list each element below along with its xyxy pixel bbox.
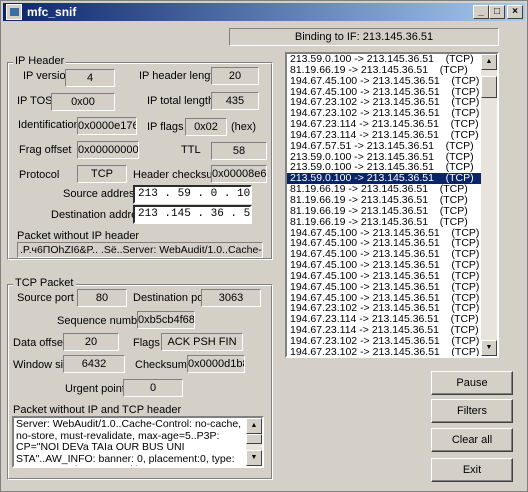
protocol-label: Protocol <box>19 169 60 181</box>
identification-value: 0x0000e176 <box>77 117 137 135</box>
ip-flags-unit: (hex) <box>231 121 257 133</box>
tcp-payload-scrollbar[interactable]: ▲ ▼ <box>246 418 262 466</box>
packet-list-item[interactable]: 81.19.66.19 -> 213.145.36.51 (TCP) <box>287 216 483 228</box>
tcp-payload-textbox[interactable]: Server: WebAudit/1.0..Cache-Control: no-… <box>12 416 264 468</box>
packet-list[interactable]: 213.59.0.100 -> 213.145.36.51 (TCP) 81.19… <box>285 52 499 358</box>
ip-flags-value: 0x02 <box>185 118 227 136</box>
binding-status: Binding to IF: 213.145.36.51 <box>229 28 499 46</box>
packet-list-scroll-thumb[interactable] <box>481 76 497 98</box>
filters-button[interactable]: Filters <box>431 399 513 423</box>
header-checksum-value: 0x00008e6a <box>211 165 267 183</box>
source-address-field[interactable]: 213 . 59 . 0 . 100 <box>133 185 252 204</box>
frag-offset-label: Frag offset <box>19 144 72 156</box>
sequence-number-value: 0xb5cb4f68 <box>137 311 195 329</box>
ip-tos-value: 0x00 <box>51 93 115 111</box>
ip-header-length-value: 20 <box>211 67 259 85</box>
urgent-pointer-value: 0 <box>123 379 183 397</box>
data-offset-value: 20 <box>63 333 119 351</box>
window-title: mfc_snif <box>27 5 77 19</box>
protocol-value: TCP <box>77 165 127 183</box>
app-icon[interactable] <box>6 4 22 20</box>
destination-address-field[interactable]: 213 .145 . 36 . 51 <box>133 205 252 224</box>
tcp-payload-scroll-thumb[interactable] <box>246 434 262 444</box>
ip-version-value: 4 <box>65 69 115 87</box>
ip-header-title: IP Header <box>13 55 67 67</box>
tcp-flags-label: Flags <box>133 337 160 349</box>
ip-flags-label: IP flags <box>147 121 184 133</box>
ttl-label: TTL <box>181 144 201 156</box>
frag-offset-value: 0x00000000 <box>77 141 139 159</box>
scroll-down-icon[interactable]: ▼ <box>481 340 497 356</box>
source-port-value: 80 <box>77 289 127 307</box>
source-address-label: Source address <box>63 188 141 200</box>
scroll-up-icon[interactable]: ▲ <box>246 418 262 434</box>
packet-list-item[interactable]: 194.67.45.100 -> 213.145.36.51 (TCP) <box>287 281 483 293</box>
tcp-payload-label: Packet without IP and TCP header <box>13 404 182 416</box>
main-window: mfc_snif _ □ × Binding to IF: 213.145.36… <box>0 0 528 492</box>
scroll-up-icon[interactable]: ▲ <box>481 54 497 70</box>
packet-list-scrollbar[interactable]: ▲ ▼ <box>481 54 497 356</box>
pause-button[interactable]: Pause <box>431 371 513 395</box>
packet-list-item[interactable]: 194.67.45.100 -> 213.145.36.51 (TCP) <box>287 75 483 87</box>
maximize-button[interactable]: □ <box>489 5 505 19</box>
header-checksum-label: Header checksum <box>133 169 222 181</box>
tcp-checksum-label: Checksum <box>135 359 187 371</box>
close-button[interactable]: × <box>507 5 523 19</box>
ip-header-length-label: IP header length <box>139 70 220 82</box>
sequence-number-label: Sequence number <box>57 315 147 327</box>
title-bar[interactable]: mfc_snif _ □ × <box>3 3 525 21</box>
source-port-label: Source port <box>17 292 74 304</box>
ttl-value: 58 <box>211 142 267 160</box>
tcp-checksum-value: 0x0000d1b8 <box>187 355 245 373</box>
identification-label: Identification <box>18 119 80 131</box>
exit-button[interactable]: Exit <box>431 458 513 482</box>
packet-list-item[interactable]: 194.67.23.102 -> 213.145.36.51 (TCP) <box>287 346 483 356</box>
ip-payload-value: .P.ч6ПОhZI6&P.. .Së..Server: WebAudit/1.… <box>17 242 263 258</box>
scroll-down-icon[interactable]: ▼ <box>246 450 262 466</box>
data-offset-label: Data offset <box>13 337 66 349</box>
window-size-value: 6432 <box>63 355 125 373</box>
tcp-payload-text: Server: WebAudit/1.0..Cache-Control: no-… <box>16 418 242 466</box>
ip-tos-label: IP TOS <box>17 95 53 107</box>
minimize-button[interactable]: _ <box>473 5 489 19</box>
ip-payload-label: Packet without IP header <box>17 230 140 242</box>
packet-list-items: 213.59.0.100 -> 213.145.36.51 (TCP) 81.19… <box>287 54 483 356</box>
destination-port-value: 3063 <box>201 289 261 307</box>
ip-total-length-value: 435 <box>211 92 259 110</box>
clear-all-button[interactable]: Clear all <box>431 428 513 452</box>
tcp-packet-title: TCP Packet <box>13 277 76 289</box>
tcp-flags-value: ACK PSH FIN <box>161 333 243 351</box>
packet-list-item[interactable]: 194.67.57.51 -> 213.145.36.51 (TCP) <box>287 140 483 152</box>
ip-total-length-label: IP total length <box>147 95 215 107</box>
destination-port-label: Destination port <box>133 292 211 304</box>
